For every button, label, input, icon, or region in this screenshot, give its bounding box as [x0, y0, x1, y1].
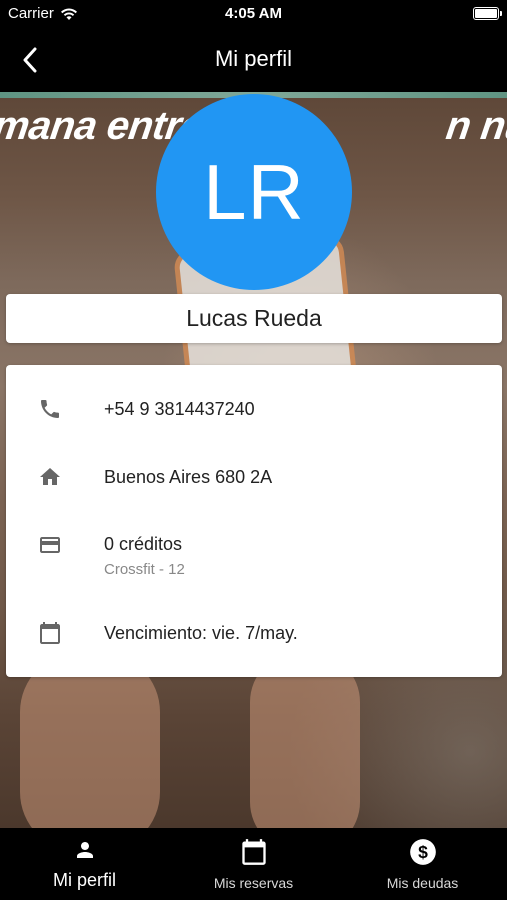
expiration-text: Vencimiento: vie. 7/may. — [104, 623, 298, 643]
phone-number: +54 9 3814437240 — [104, 399, 255, 419]
battery-icon — [473, 7, 502, 20]
background-arm — [20, 652, 160, 828]
plan-text: Crossfit - 12 — [104, 561, 185, 578]
profile-info-card: +54 9 3814437240 Buenos Aires 680 2A 0 c… — [6, 365, 502, 677]
page-title: Mi perfil — [214, 46, 292, 71]
avatar: LR — [156, 94, 352, 290]
tab-label: Mis reservas — [213, 875, 294, 891]
tab-mis-deudas[interactable]: $ Mis deudas — [338, 828, 507, 900]
address-text: Buenos Aires 680 2A — [104, 467, 273, 487]
dollar-circle-icon: $ — [338, 838, 507, 866]
svg-text:$: $ — [418, 842, 428, 862]
calendar-icon — [169, 838, 338, 866]
tab-label: Mi perfil — [52, 870, 116, 890]
profile-name-card: Lucas Rueda — [6, 294, 502, 343]
tab-label: Mis deudas — [386, 875, 459, 891]
calendar-icon — [36, 619, 64, 647]
tab-bar: Mi perfil Mis reservas $ Mis deudas — [0, 828, 507, 900]
credits-text: 0 créditos — [104, 534, 183, 554]
navigation-bar: Mi perfil — [0, 28, 507, 92]
phone-icon — [36, 395, 64, 423]
profile-name: Lucas Rueda — [186, 305, 322, 331]
status-bar: Carrier 4:05 AM — [0, 0, 507, 28]
home-icon — [36, 463, 64, 491]
person-icon — [0, 838, 169, 866]
background-arm — [250, 652, 360, 828]
tab-mi-perfil[interactable]: Mi perfil — [0, 828, 169, 900]
status-time: 4:05 AM — [225, 5, 282, 22]
credit-card-icon — [36, 531, 64, 559]
tab-mis-reservas[interactable]: Mis reservas — [169, 828, 338, 900]
